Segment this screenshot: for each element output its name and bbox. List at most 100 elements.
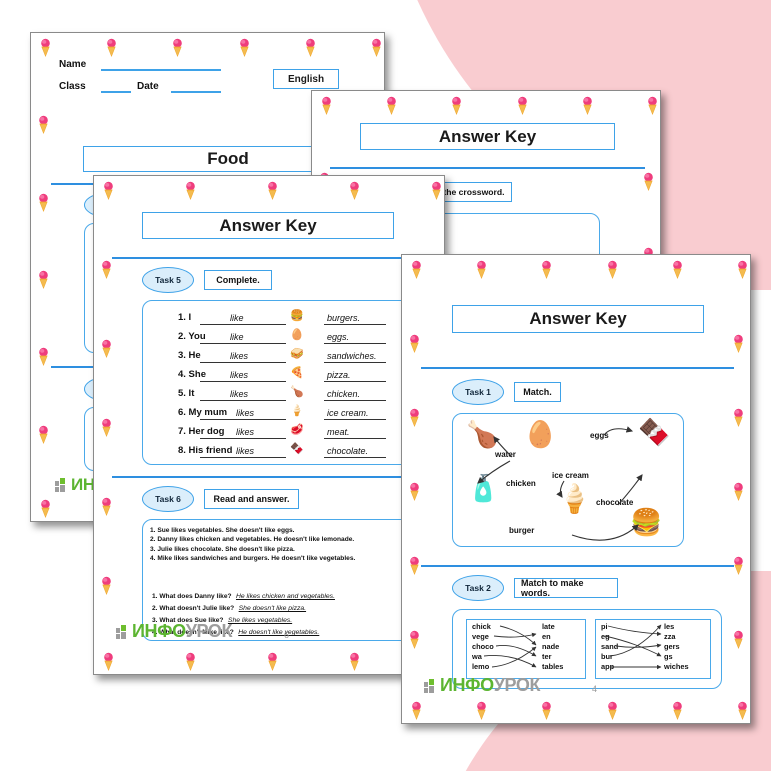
ice-cream-cone-icon <box>732 334 745 354</box>
ice-cream-cone-icon <box>408 556 421 576</box>
date-label: Date <box>137 81 159 92</box>
ice-cream-cone-icon <box>320 96 333 116</box>
title-divider-4 <box>421 367 734 370</box>
row-underline <box>200 457 286 458</box>
logo-squares-icon-4 <box>424 678 437 693</box>
ice-cream-cone-icon <box>348 181 361 201</box>
row-food-icon: 🥪 <box>290 348 304 360</box>
task-5-pill[interactable]: Task 5 <box>142 267 194 293</box>
ice-cream-cone-icon <box>37 193 50 213</box>
title-divider-2 <box>112 257 430 260</box>
task-1-instruction-4: Match. <box>514 382 561 402</box>
ice-cream-cone-icon <box>102 652 115 672</box>
row-underline <box>200 381 286 382</box>
row-underline-2 <box>324 438 386 439</box>
ice-cream-cone-icon <box>732 630 745 650</box>
task-6-pill[interactable]: Task 6 <box>142 486 194 512</box>
ice-cream-cone-icon <box>348 652 361 672</box>
ice-cream-cone-icon <box>642 172 655 192</box>
answer-key-title-box-3: Answer Key <box>360 123 615 150</box>
ice-cream-cone-icon <box>266 181 279 201</box>
ice-cream-cone-icon <box>410 701 423 721</box>
row-underline <box>200 343 286 344</box>
ice-cream-cone-icon <box>100 418 113 438</box>
ice-cream-cone-icon <box>540 260 553 280</box>
worksheet-page-answer-key-task1[interactable]: Answer Key Task 1 Match. 🍗 🥚 🍫 🧴 🍦 🍔 egg… <box>401 254 751 724</box>
ice-cream-cone-icon <box>671 701 684 721</box>
row-object: ice cream. <box>327 408 369 418</box>
worksheet-page-answer-key-task5[interactable]: Answer Key Task 5 Complete. 1. I like 🍔 bur… <box>93 175 445 675</box>
ice-cream-cone-icon <box>408 482 421 502</box>
ice-cream-cone-icon <box>37 270 50 290</box>
infourok-logo-2: ИНФО УРОК <box>116 621 232 642</box>
task-6-text: 1. Sue likes vegetables. She doesn't lik… <box>150 526 422 564</box>
row-object: eggs. <box>327 332 350 342</box>
row-answer: likes <box>230 351 249 361</box>
ice-cream-cone-icon <box>430 181 443 201</box>
ice-cream-cone-icon <box>100 497 113 517</box>
ice-cream-cone-icon <box>516 96 529 116</box>
ice-cream-cone-icon <box>671 260 684 280</box>
row-underline-2 <box>324 324 386 325</box>
page-number-2: 6 <box>284 630 290 640</box>
answer-key-title-box-4: Answer Key <box>452 305 704 333</box>
table-row: 7. Her dog likes 🥩 meat. <box>142 424 430 442</box>
row-answer: likes <box>230 370 249 380</box>
ice-cream-cone-icon <box>732 408 745 428</box>
ice-cream-cone-icon <box>105 38 118 58</box>
ice-cream-cone-icon <box>475 260 488 280</box>
task-2-pill-4[interactable]: Task 2 <box>452 575 504 601</box>
ice-cream-cone-icon <box>238 38 251 58</box>
row-number: 6. My mum <box>178 407 228 418</box>
ice-cream-cone-icon <box>102 181 115 201</box>
reading-paragraph: 1. Sue likes vegetables. She doesn't lik… <box>150 527 295 534</box>
ice-cream-cone-icon <box>410 260 423 280</box>
row-object: burgers. <box>327 313 361 323</box>
ice-cream-cone-icon <box>184 652 197 672</box>
answer-text: He doesn't like vegetables. <box>238 629 320 636</box>
row-object: chicken. <box>327 389 361 399</box>
infourok-logo-4: ИНФО УРОК <box>424 675 540 696</box>
ice-cream-cone-icon <box>171 38 184 58</box>
subject-box[interactable]: English <box>273 69 339 89</box>
name-field-line[interactable] <box>101 69 221 71</box>
row-underline-2 <box>324 362 386 363</box>
title-divider-3 <box>330 167 645 170</box>
logo-text-grey-2: УРОК <box>185 621 233 641</box>
ice-cream-cone-icon <box>266 652 279 672</box>
row-answer: likes <box>236 446 255 456</box>
ice-cream-cone-icon <box>304 38 317 58</box>
task-6-instruction: Read and answer. <box>204 489 299 509</box>
row-number: 1. I <box>178 312 192 323</box>
reading-paragraph: 4. Mike likes sandwiches and burgers. He… <box>150 555 356 563</box>
logo-text-green-4: ИНФО <box>440 675 494 695</box>
list-item: 1. What does Danny like? He likes chicke… <box>152 585 424 600</box>
page-number-4: 4 <box>592 684 598 694</box>
row-number: 2. You <box>178 331 206 342</box>
ice-cream-cone-icon <box>39 499 52 519</box>
ice-cream-cone-icon <box>606 260 619 280</box>
row-number: 3. He <box>178 350 201 361</box>
class-field-line[interactable] <box>101 91 131 93</box>
row-food-icon: 🥚 <box>290 329 304 341</box>
row-underline-2 <box>324 419 386 420</box>
ice-cream-cone-icon <box>736 701 749 721</box>
row-number: 7. Her dog <box>178 426 225 437</box>
row-answer: likes <box>236 427 255 437</box>
row-food-icon: 🥩 <box>290 424 304 436</box>
list-item: 3. What does Sue like? She likes vegetab… <box>152 609 424 624</box>
task-1-pill-4[interactable]: Task 1 <box>452 379 504 405</box>
date-field-line[interactable] <box>171 91 221 93</box>
row-number: 8. His friend <box>178 445 233 456</box>
row-underline <box>200 438 286 439</box>
ice-cream-cone-icon <box>184 181 197 201</box>
table-row: 3. He likes 🥪 sandwiches. <box>142 348 430 366</box>
answer-key-title-box-2: Answer Key <box>142 212 394 239</box>
logo-squares-icon-2 <box>116 624 129 639</box>
ice-cream-cone-icon <box>408 408 421 428</box>
section-divider-4b <box>421 565 734 568</box>
row-object: meat. <box>327 427 350 437</box>
ice-cream-cone-icon <box>100 576 113 596</box>
row-food-icon: 🍦 <box>290 405 304 417</box>
list-item: 2. What doesn't Julie like? She doesn't … <box>152 597 424 612</box>
